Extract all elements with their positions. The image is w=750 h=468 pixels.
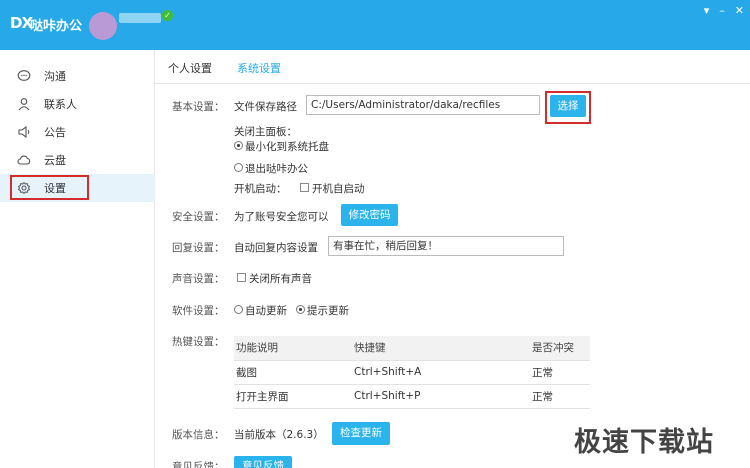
security-settings-label: 安全设置： [172,211,225,223]
table-row[interactable]: 打开主界面 Ctrl+Shift+P 正常 [234,384,590,409]
hotkey-table: 功能说明 快捷键 是否冲突 截图 Ctrl+Shift+A 正常 打开主界面 C… [234,336,590,409]
column-header: 快捷键 [352,336,530,361]
title-bar: DX 哒咔办公 ✓ ▾ – ✕ [0,0,750,50]
sidebar-item-chat[interactable]: 沟通 [0,62,155,90]
startup-checkbox[interactable] [300,183,309,192]
column-header: 功能说明 [234,336,352,361]
watermark: 极速下载站 [574,427,714,458]
hotkey-settings-label: 热键设置： [172,336,225,348]
reply-settings-label: 回复设置： [172,242,225,254]
username-redacted [119,13,161,23]
cloud-icon [17,153,31,167]
mute-all-checkbox[interactable] [237,273,246,282]
sidebar-item-label: 公告 [44,126,66,139]
sidebar-item-label: 沟通 [44,70,66,83]
minimize-radio[interactable] [234,141,243,150]
auto-reply-label: 自动回复内容设置 [234,242,318,254]
table-row[interactable]: 截图 Ctrl+Shift+A 正常 [234,360,590,385]
auto-update-radio[interactable] [234,305,243,314]
dropdown-icon[interactable]: ▾ [704,4,710,17]
hotkey-conflict: 正常 [530,360,590,385]
version-info-label: 版本信息： [172,429,225,441]
software-settings-label: 软件设置： [172,305,225,317]
sidebar-item-label: 云盘 [44,154,66,167]
sound-settings-label: 声音设置： [172,273,225,285]
close-panel-label: 关闭主面板： [234,126,297,138]
sidebar-item-label: 联系人 [44,98,77,111]
highlight-box [10,175,89,200]
close-icon[interactable]: ✕ [735,4,744,17]
highlight-box [545,91,591,124]
online-status-icon: ✓ [162,10,173,21]
sidebar-item-announcements[interactable]: 公告 [0,118,155,146]
column-header: 是否冲突 [530,336,590,361]
current-version-text: 当前版本（2.6.3） [234,429,324,441]
tab-system-settings[interactable]: 系统设置 [237,60,281,76]
save-path-input[interactable]: C:/Users/Administrator/daka/recfiles [306,95,540,115]
prompt-update-radio[interactable] [296,305,305,314]
minimize-option-label: 最小化到系统托盘 [245,141,329,153]
save-path-label: 文件保存路径 [234,101,297,113]
auto-update-label: 自动更新 [245,305,287,317]
sidebar: 沟通 联系人 公告 云盘 设置 [0,50,155,468]
startup-option-label: 开机自启动 [312,183,365,195]
speaker-icon [17,125,31,139]
sidebar-item-contacts[interactable]: 联系人 [0,90,155,118]
settings-tabs: 个人设置 系统设置 [155,50,750,84]
window-controls: ▾ – ✕ [704,4,744,17]
exit-radio[interactable] [234,163,243,172]
hotkey-function: 打开主界面 [234,384,352,409]
prompt-update-label: 提示更新 [307,305,349,317]
person-icon [17,97,31,111]
auto-reply-input[interactable]: 有事在忙，稍后回复！ [328,236,564,256]
security-text: 为了账号安全您可以 [234,211,329,223]
app-logo: DX [10,14,33,32]
hotkey-shortcut[interactable]: Ctrl+Shift+P [352,384,530,409]
check-update-button[interactable]: 检查更新 [332,422,390,445]
hotkey-shortcut[interactable]: Ctrl+Shift+A [352,360,530,385]
startup-label: 开机启动： [234,183,287,195]
sidebar-item-cloud[interactable]: 云盘 [0,146,155,174]
hotkey-conflict: 正常 [530,384,590,409]
tab-personal-settings[interactable]: 个人设置 [168,60,212,76]
feedback-button[interactable]: 意见反馈 [234,456,292,468]
feedback-label: 意见反馈： [172,461,225,468]
exit-option-label: 退出哒咔办公 [245,163,308,175]
mute-all-label: 关闭所有声音 [249,273,312,285]
app-title: 哒咔办公 [30,19,83,34]
table-header-row: 功能说明 快捷键 是否冲突 [234,336,590,361]
change-password-button[interactable]: 修改密码 [341,204,398,226]
avatar[interactable] [89,12,117,40]
basic-settings-label: 基本设置： [172,101,225,113]
chat-icon [17,69,31,83]
hotkey-function: 截图 [234,360,352,385]
minimize-icon[interactable]: – [719,4,725,17]
